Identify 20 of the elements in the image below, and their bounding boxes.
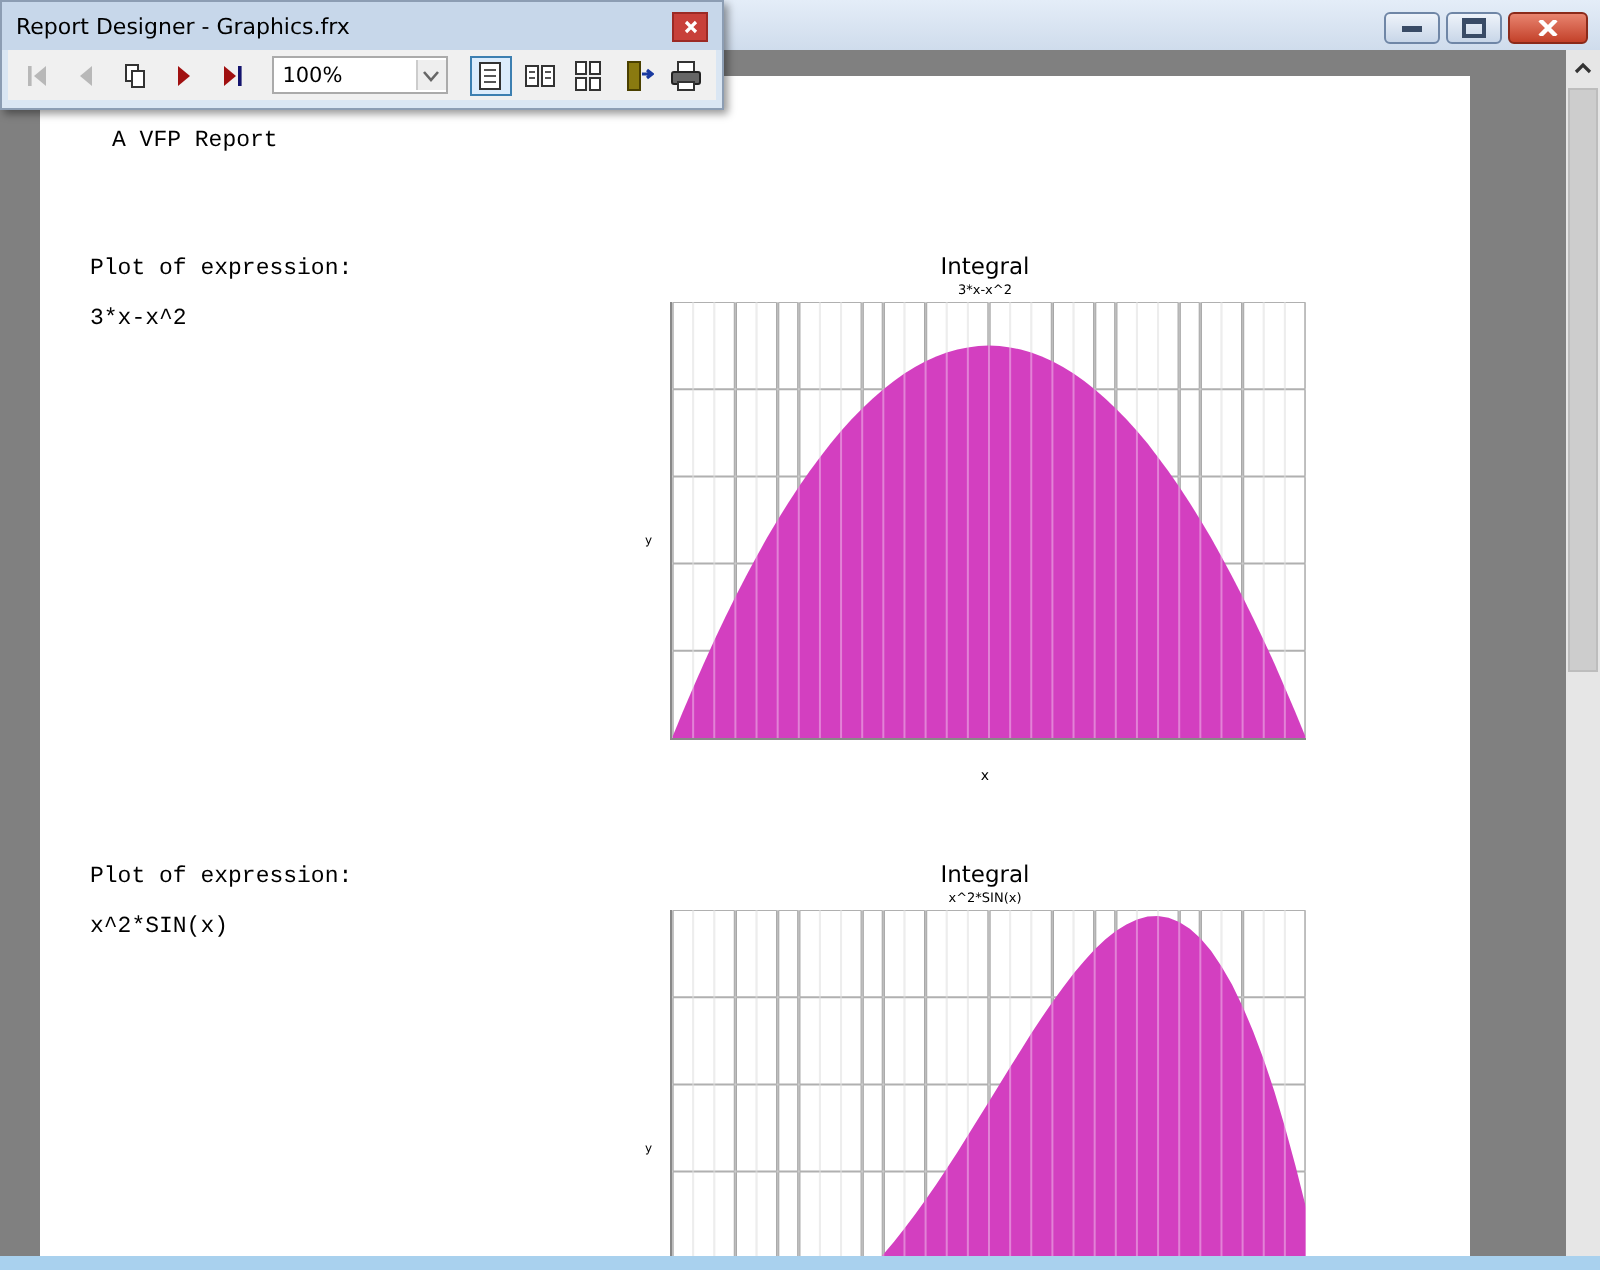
minimize-button[interactable] — [1384, 12, 1440, 44]
vertical-scrollbar[interactable] — [1566, 50, 1600, 1256]
toolbar-title: Report Designer - Graphics.frx — [16, 13, 350, 39]
close-icon[interactable] — [683, 19, 697, 33]
chart-title: Integral — [940, 252, 1030, 280]
maximize-button[interactable] — [1446, 12, 1502, 44]
pages-icon[interactable] — [121, 61, 150, 89]
zoom-dropdown[interactable]: 100% — [272, 56, 448, 94]
close-button[interactable] — [672, 11, 708, 41]
expression-text: 3*x-x^2 — [90, 306, 189, 332]
close-icon[interactable] — [1538, 20, 1558, 36]
arrow-bar-icon[interactable] — [218, 61, 247, 89]
close-button[interactable] — [1508, 12, 1588, 44]
chart-title: Integral — [940, 860, 1030, 888]
dropdown-caret-icon[interactable] — [422, 69, 441, 81]
expression-text: x^2*SIN(x) — [90, 914, 231, 940]
section-label: Plot of expression: — [90, 864, 355, 890]
report-heading: A VFP Report — [110, 126, 280, 158]
section-label: Plot of expression: — [90, 256, 355, 282]
scrollbar-thumb[interactable] — [1568, 88, 1598, 672]
